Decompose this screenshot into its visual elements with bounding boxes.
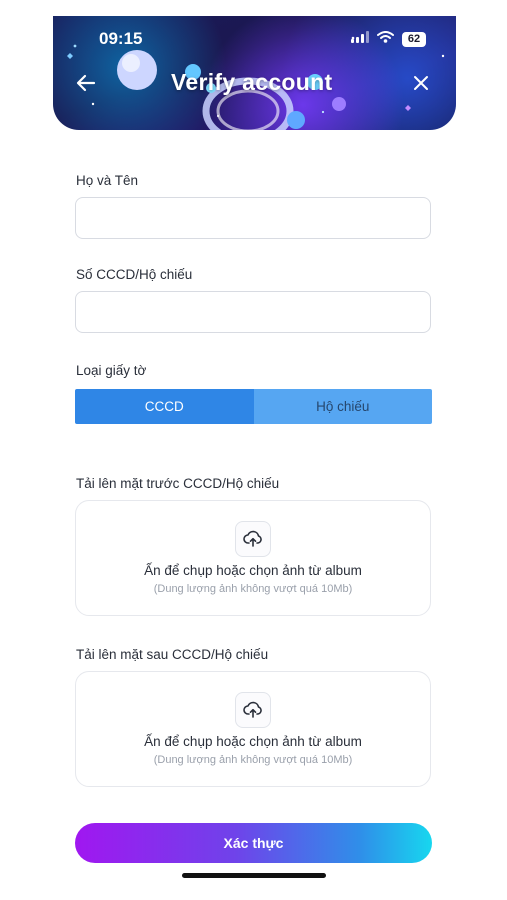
full-name-label: Họ và Tên	[76, 173, 139, 188]
back-upload-hint: (Dung lượng ảnh không vượt quá 10Mb)	[153, 754, 353, 766]
doc-type-selector: CCCD Hộ chiếu	[75, 389, 432, 424]
doc-type-option-passport[interactable]: Hộ chiếu	[253, 389, 432, 424]
close-button[interactable]	[406, 68, 436, 98]
back-button[interactable]	[71, 68, 101, 98]
battery-indicator: 62	[402, 31, 426, 47]
status-icons: 62	[351, 30, 426, 48]
verify-submit-button[interactable]: Xác thực	[75, 823, 432, 863]
front-upload-prompt: Ấn để chụp hoặc chọn ảnh từ album	[144, 563, 362, 578]
doc-type-label: Loại giấy tờ	[76, 363, 147, 378]
close-icon	[414, 76, 428, 90]
back-upload-area[interactable]: Ấn để chụp hoặc chọn ảnh từ album (Dung …	[75, 671, 431, 787]
back-upload-label: Tải lên mặt sau CCCD/Hộ chiếu	[76, 647, 269, 662]
wifi-icon	[377, 30, 394, 48]
cloud-upload-icon	[235, 521, 271, 557]
id-number-input[interactable]	[75, 291, 431, 333]
front-upload-hint: (Dung lượng ảnh không vượt quá 10Mb)	[153, 583, 353, 595]
back-upload-prompt: Ấn để chụp hoặc chọn ảnh từ album	[144, 734, 362, 749]
page-title: Verify account	[171, 69, 333, 95]
full-name-input[interactable]	[75, 197, 431, 239]
cloud-upload-icon	[235, 692, 271, 728]
id-number-label: Số CCCD/Hộ chiếu	[76, 267, 193, 282]
header-banner: 09:15 62 Verify account	[53, 16, 456, 130]
doc-type-option-cccd[interactable]: CCCD	[75, 389, 254, 424]
signal-icon	[351, 30, 369, 48]
home-indicator	[182, 873, 326, 878]
front-upload-area[interactable]: Ấn để chụp hoặc chọn ảnh từ album (Dung …	[75, 500, 431, 616]
arrow-left-icon	[76, 74, 96, 92]
front-upload-label: Tải lên mặt trước CCCD/Hộ chiếu	[76, 476, 280, 491]
status-time: 09:15	[99, 29, 143, 48]
